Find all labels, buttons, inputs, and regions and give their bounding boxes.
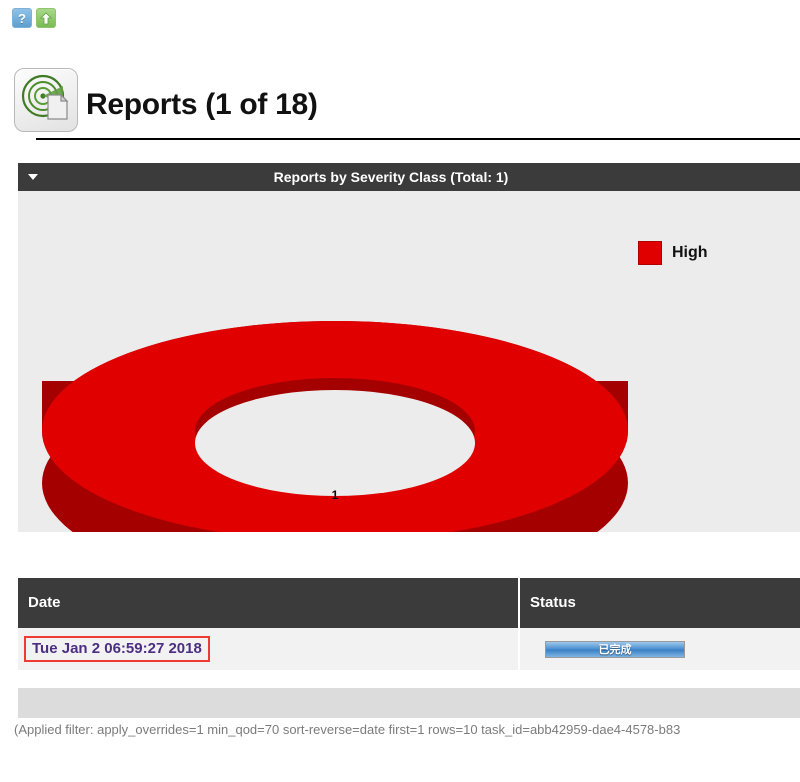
upload-arrow-icon[interactable] xyxy=(36,8,56,28)
report-radar-icon xyxy=(14,68,78,132)
chart-data-label: 1 xyxy=(332,488,339,502)
help-icon[interactable]: ? xyxy=(12,8,32,28)
panel-header[interactable]: Reports by Severity Class (Total: 1) xyxy=(18,163,800,191)
cell-status: 已完成 xyxy=(520,628,800,670)
status-badge[interactable]: 已完成 xyxy=(545,640,685,658)
table-header-row: Date Status xyxy=(18,578,800,628)
legend-label-high: High xyxy=(672,244,708,261)
column-header-date[interactable]: Date xyxy=(18,578,520,628)
applied-filter-text: (Applied filter: apply_overrides=1 min_q… xyxy=(14,722,681,737)
cell-date: Tue Jan 2 06:59:27 2018 xyxy=(18,628,520,670)
top-toolbar: ? xyxy=(12,8,56,28)
table-row: Tue Jan 2 06:59:27 2018 已完成 xyxy=(18,628,800,670)
title-divider xyxy=(36,138,800,140)
reports-table: Date Status Tue Jan 2 06:59:27 2018 已完成 xyxy=(18,578,800,670)
panel-title: Reports by Severity Class (Total: 1) xyxy=(273,169,509,185)
chart-legend: High xyxy=(638,241,708,265)
chevron-down-icon[interactable] xyxy=(28,174,38,180)
page-title: Reports (1 of 18) xyxy=(86,88,318,121)
table-footer-strip xyxy=(18,688,800,718)
legend-swatch-high xyxy=(638,241,662,265)
report-date-link[interactable]: Tue Jan 2 06:59:27 2018 xyxy=(32,640,202,657)
help-icon-label: ? xyxy=(18,10,26,26)
date-highlight-box: Tue Jan 2 06:59:27 2018 xyxy=(24,636,210,662)
severity-chart-panel: Reports by Severity Class (Total: 1) 1 H… xyxy=(18,163,800,532)
page-header: Reports (1 of 18) xyxy=(14,66,800,146)
panel-body: 1 High xyxy=(18,191,800,532)
column-header-status[interactable]: Status xyxy=(520,578,800,628)
